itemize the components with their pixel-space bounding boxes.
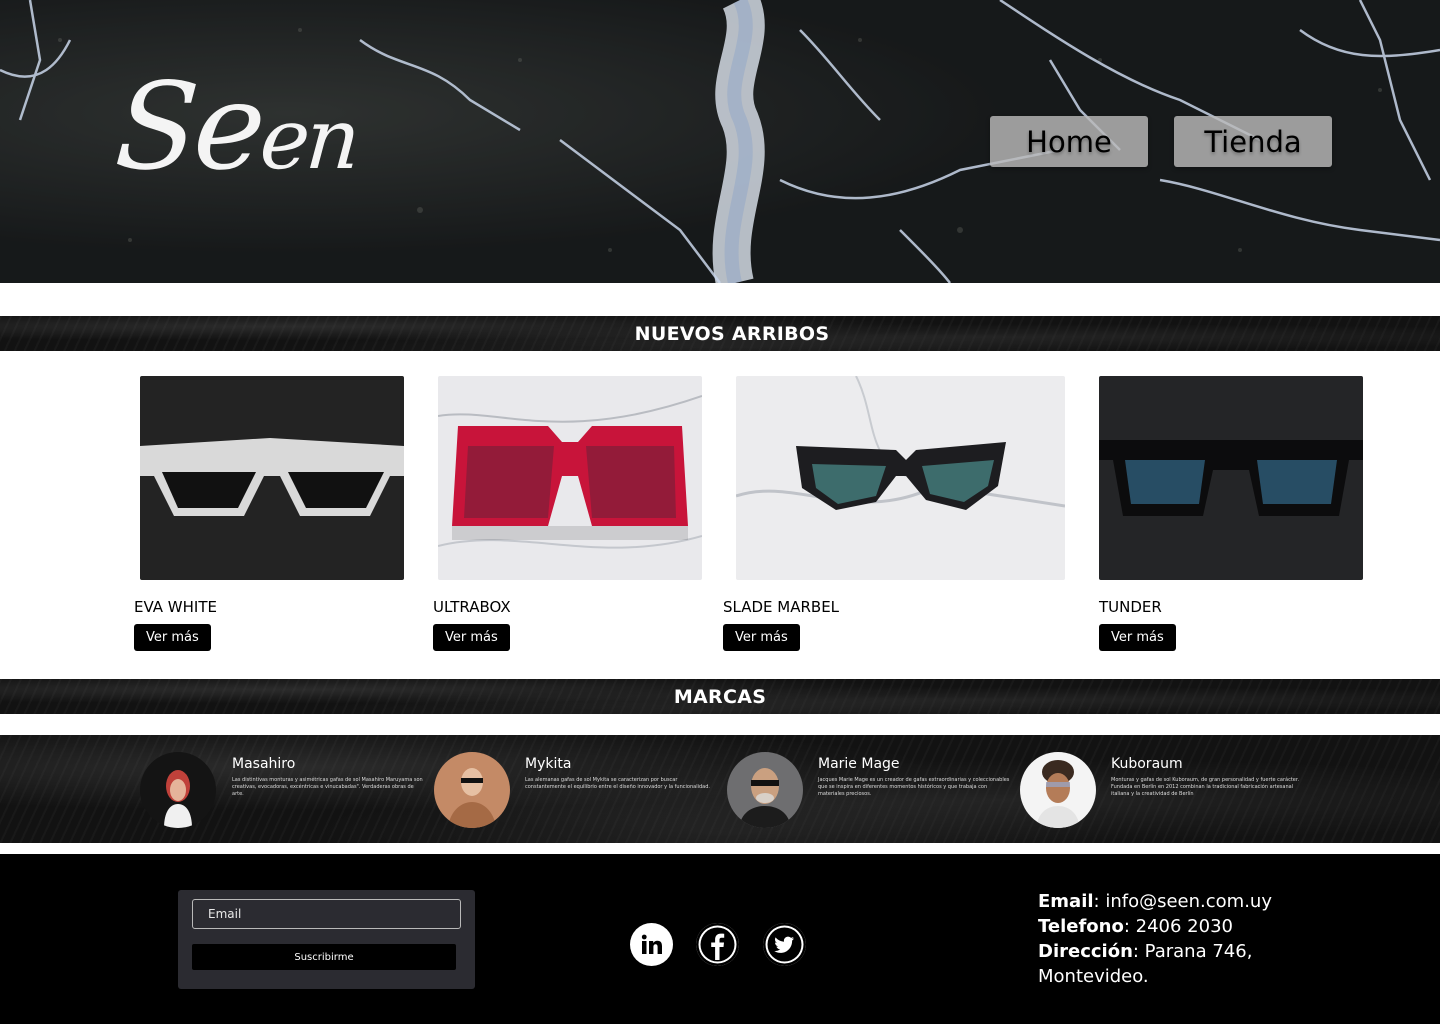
brand-avatar-mykita[interactable] — [434, 752, 510, 828]
contact-info: Email: info@seen.com.uy Telefono: 2406 2… — [1038, 889, 1298, 989]
brand-name: Kuboraum — [1111, 756, 1183, 772]
subscribe-button[interactable]: Suscribirme — [192, 944, 456, 970]
linkedin-icon[interactable] — [630, 923, 673, 966]
product-image-slade-marbel[interactable] — [736, 376, 1065, 580]
brands-banner: MARCAS — [0, 679, 1440, 714]
contact-email: Email: info@seen.com.uy — [1038, 891, 1272, 912]
facebook-icon[interactable] — [696, 923, 739, 966]
site-header: Seen Home Tienda — [0, 0, 1440, 283]
brand-avatar-marie-mage[interactable] — [727, 752, 803, 828]
product-name: SLADE MARBEL — [723, 598, 840, 616]
product-ver-mas-button[interactable]: Ver más — [1099, 624, 1176, 651]
newsletter-email-input[interactable] — [192, 899, 461, 929]
new-arrivals-banner: NUEVOS ARRIBOS — [0, 316, 1440, 351]
nav-tienda-button[interactable]: Tienda — [1174, 116, 1332, 167]
brand-avatar-masahiro[interactable] — [140, 752, 216, 828]
nav-home-button[interactable]: Home — [990, 116, 1148, 167]
product-ver-mas-button[interactable]: Ver más — [723, 624, 800, 651]
contact-address: Dirección: Parana 746, Montevideo. — [1038, 941, 1253, 987]
brand-name: Marie Mage — [818, 756, 900, 772]
brand-description: Monturas y gafas de sol Kuboraum, de gra… — [1111, 777, 1300, 797]
brand-description: Las alemanas gafas de sol Mykita se cara… — [525, 777, 710, 790]
new-arrivals-title: NUEVOS ARRIBOS — [634, 322, 830, 345]
product-image-tunder[interactable] — [1099, 376, 1363, 580]
twitter-icon[interactable] — [763, 923, 806, 966]
product-ver-mas-button[interactable]: Ver más — [433, 624, 510, 651]
product-ver-mas-button[interactable]: Ver más — [134, 624, 211, 651]
brand-avatar-kuboraum[interactable] — [1020, 752, 1096, 828]
contact-phone: Telefono: 2406 2030 — [1038, 916, 1233, 937]
brands-title: MARCAS — [673, 685, 767, 708]
product-name: EVA WHITE — [134, 598, 217, 616]
product-name: ULTRABOX — [433, 598, 511, 616]
product-image-ultrabox[interactable] — [438, 376, 702, 580]
product-image-eva-white[interactable] — [140, 376, 404, 580]
brand-description: Jacques Marie Mage es un creador de gafa… — [818, 777, 1010, 797]
brand-name: Masahiro — [232, 756, 296, 772]
brand-description: Las distintivas monturas y asimétricas g… — [232, 777, 423, 797]
product-name: TUNDER — [1099, 598, 1162, 616]
brand-name: Mykita — [525, 756, 572, 772]
site-logo[interactable]: Seen — [111, 58, 361, 197]
